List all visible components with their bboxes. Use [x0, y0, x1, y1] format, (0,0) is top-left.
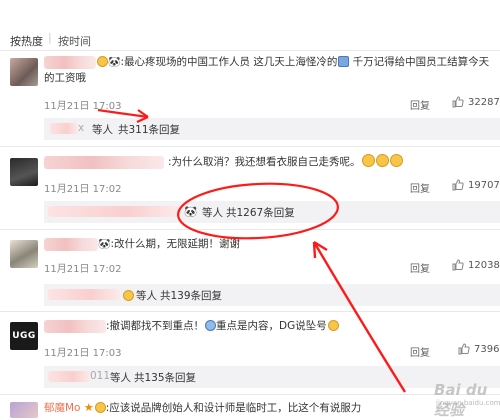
comment-text: :最心疼现场的中国工作人员 这几天上海怪冷的 — [120, 56, 338, 68]
smiley-emoji-icon — [97, 56, 108, 67]
sort-separator: | — [48, 31, 52, 44]
like-count: 32287 — [468, 97, 500, 108]
sub-user-suffix: 011 — [90, 370, 111, 382]
sub-reply-count-link[interactable]: 共135条回复 — [134, 370, 196, 385]
avatar[interactable] — [10, 158, 38, 186]
emoji-icon — [338, 56, 350, 67]
comment-text: 千万记得给中国员工结算今天 — [352, 56, 490, 68]
panda-emoji-icon: 🐼 — [184, 206, 198, 218]
smiley-emoji-icon — [123, 290, 134, 301]
comment-text: 重点是内容，DG说坠号 — [216, 320, 327, 332]
sub-replies-box[interactable]: 等人 共139条回复 — [44, 284, 500, 306]
smiley-emoji-icon — [375, 154, 389, 167]
like-count: 7396 — [474, 344, 500, 355]
sub-etc-label: 等人 — [92, 124, 113, 136]
thumbs-up-icon — [458, 343, 470, 355]
sort-by-hot[interactable]: 按热度 — [10, 33, 43, 49]
sort-bar: 按热度 | 按时间 — [0, 28, 500, 50]
username-redacted[interactable] — [44, 238, 98, 251]
avatar[interactable] — [10, 240, 38, 268]
username[interactable]: 郁魔Mo — [44, 402, 80, 414]
sub-etc-label: 等人 — [110, 372, 131, 384]
comment-time: 11月21日 17:02 — [44, 184, 122, 195]
divider — [0, 50, 500, 51]
comment-time: 11月21日 17:03 — [44, 101, 122, 112]
username-redacted[interactable] — [44, 320, 106, 333]
username-redacted[interactable] — [44, 156, 164, 169]
username-redacted — [50, 123, 78, 134]
comment-time: 11月21日 17:03 — [44, 348, 122, 359]
watermark-url: jingyan.baidu.com — [436, 399, 500, 407]
reply-button[interactable]: 回复 — [410, 344, 430, 359]
comment-text-line1: :为什么取消？我还想看衣服自己走秀呢。 — [168, 154, 403, 170]
sub-replies-box[interactable]: 011 等人 共135条回复 — [44, 366, 500, 388]
sort-by-time[interactable]: 按时间 — [58, 33, 91, 49]
reply-button[interactable]: 回复 — [410, 180, 430, 195]
divider — [0, 146, 500, 147]
comment-text-line1: 郁魔Mo ★ :应该说品牌创始人和设计师是临时工，比这个有说服力 — [44, 400, 361, 416]
thumbs-up-icon — [452, 179, 464, 191]
thumbs-up-icon — [452, 259, 464, 271]
sub-reply-count-link[interactable]: 共139条回复 — [160, 288, 222, 303]
username-redacted[interactable] — [44, 56, 96, 69]
comment-text-line1: :撤调都找不到重点！ 重点是内容，DG说坠号 — [106, 318, 339, 334]
sub-reply-count-link[interactable]: 共1267条回复 — [226, 205, 295, 220]
username-redacted — [48, 289, 120, 300]
like-button[interactable]: 12038 — [452, 259, 500, 271]
sub-etc-label: 等人 — [202, 207, 223, 219]
panda-emoji-icon: 🐼 — [108, 57, 121, 68]
thumbs-up-icon — [452, 96, 464, 108]
star-badge-icon: ★ — [83, 401, 94, 414]
comment-time: 11月21日 17:02 — [44, 264, 122, 275]
sub-etc-label: 等人 — [136, 290, 157, 302]
username-redacted — [48, 206, 180, 217]
smiley-emoji-icon — [361, 154, 375, 167]
sub-replies-box[interactable]: 🐼 等人 共1267条回复 — [44, 201, 500, 223]
comment-text-line1: 🐼:改什么期，无限延期！谢谢 — [98, 236, 240, 253]
avatar[interactable]: UGG — [10, 322, 38, 350]
smiley-emoji-icon — [94, 402, 106, 413]
sub-user-suffix: x — [78, 122, 85, 134]
sub-reply-count-link[interactable]: 共311条回复 — [118, 122, 180, 137]
like-button[interactable]: 7396 — [458, 343, 500, 355]
like-count: 12038 — [468, 260, 500, 271]
divider — [0, 229, 500, 230]
divider — [0, 394, 500, 395]
reply-button[interactable]: 回复 — [410, 97, 430, 112]
sub-replies-box[interactable]: x 等人 共311条回复 — [44, 118, 500, 140]
like-count: 19707 — [468, 180, 500, 191]
avatar[interactable] — [10, 402, 38, 418]
panda-emoji-icon: 🐼 — [98, 239, 111, 250]
comment-text-line1: 🐼:最心疼现场的中国工作人员 这几天上海怪冷的 千万记得给中国员工结算今天 — [96, 54, 489, 71]
divider — [0, 311, 500, 312]
comment-text: :为什么取消？我还想看衣服自己走秀呢。 — [168, 156, 361, 168]
avatar[interactable] — [10, 58, 38, 86]
comment-text: :撤调都找不到重点！ — [106, 320, 205, 332]
reply-button[interactable]: 回复 — [410, 260, 430, 275]
username-redacted — [48, 371, 90, 382]
comment-text: :应该说品牌创始人和设计师是临时工，比这个有说服力 — [105, 402, 362, 414]
smiley-emoji-icon — [327, 320, 339, 331]
comment-text: :改什么期，无限延期！谢谢 — [110, 238, 240, 250]
emoji-icon — [205, 320, 217, 331]
smiley-emoji-icon — [389, 154, 403, 167]
like-button[interactable]: 19707 — [452, 179, 500, 191]
comment-text-line2: 的工资哦 — [44, 72, 86, 84]
like-button[interactable]: 32287 — [452, 96, 500, 108]
